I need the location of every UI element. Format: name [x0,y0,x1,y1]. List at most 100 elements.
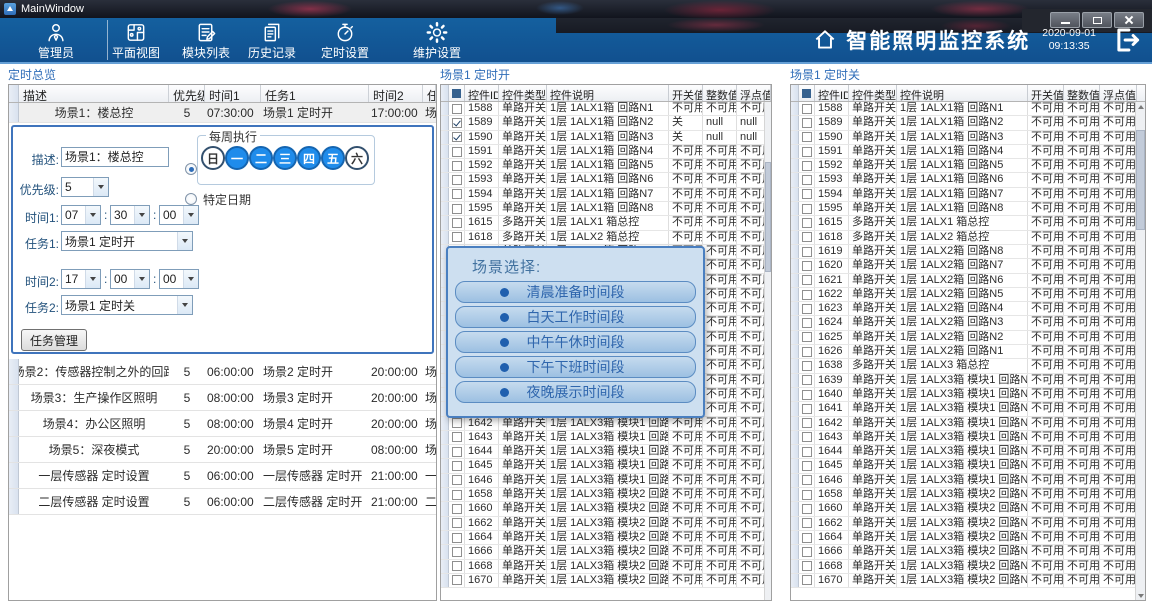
row-checkbox[interactable] [802,275,812,285]
weekly-radio[interactable] [185,163,197,175]
priority-select[interactable]: 5 [61,177,109,197]
row-checkbox[interactable] [452,218,462,228]
table-row[interactable]: 场景3：生产操作区照明508:00:00场景3 定时开20:00:00场景 [9,385,436,411]
row-checkbox[interactable] [452,561,462,571]
row-checkbox[interactable] [802,533,812,543]
row-checkbox[interactable] [452,547,462,557]
row-checkbox[interactable] [452,161,462,171]
column-header[interactable]: 任务 [423,85,436,102]
row-checkbox[interactable] [452,475,462,485]
table-row[interactable]: 1670单路开关1层 1ALX3箱 模块2 回路N15不可用不可用不可用 [791,574,1145,588]
row-checkbox[interactable] [802,390,812,400]
row-checkbox[interactable] [802,332,812,342]
table-row[interactable]: 1588单路开关1层 1ALX1箱 回路N1不可用不可用不可用 [791,102,1145,116]
table-row[interactable]: 1594单路开关1层 1ALX1箱 回路N7不可用不可用不可用 [791,188,1145,202]
row-checkbox[interactable] [452,447,462,457]
weekday-toggle[interactable]: 二 [249,146,273,170]
select-all-checkbox[interactable] [799,85,815,101]
table-row[interactable]: 1594单路开关1层 1ALX1箱 回路N7不可用不可用不可用 [441,188,771,202]
row-checkbox[interactable] [802,161,812,171]
column-header[interactable]: 浮点值 [737,85,771,101]
row-checkbox[interactable] [452,132,462,142]
column-header[interactable]: 描述 [19,85,169,102]
row-checkbox[interactable] [452,189,462,199]
table-row[interactable]: 场景1：楼总控507:30:00场景1 定时开17:00:00场景 [9,103,436,123]
toolbar-item-floorplan[interactable]: 平面视图 [98,21,174,61]
table-row[interactable]: 1624单路开关1层 1ALX2箱 回路N3不可用不可用不可用 [791,316,1145,330]
column-header[interactable]: 控件说明 [547,85,669,101]
row-checkbox[interactable] [452,232,462,242]
table-row[interactable]: 1662单路开关1层 1ALX3箱 模块2 回路N11不可用不可用不可用 [791,517,1145,531]
select-all-checkbox[interactable] [449,85,465,101]
row-checkbox[interactable] [802,118,812,128]
row-checkbox[interactable] [452,418,462,428]
row-checkbox[interactable] [452,518,462,528]
column-header[interactable]: 时间1 [205,85,261,102]
table-row[interactable]: 1618多路开关1层 1ALX2 箱总控不可用不可用不可用 [791,231,1145,245]
row-checkbox[interactable] [452,490,462,500]
scroll-up-icon[interactable] [1136,102,1145,111]
scene-period-button[interactable]: 中午午休时间段 [455,331,696,353]
column-header[interactable]: 控件ID [465,85,499,101]
table-row[interactable]: 1621单路开关1层 1ALX2箱 回路N6不可用不可用不可用 [791,274,1145,288]
scene-period-button[interactable]: 夜晚展示时间段 [455,381,696,403]
table-row[interactable]: 1644单路开关1层 1ALX3箱 模块1 回路N3不可用不可用不可用 [791,445,1145,459]
row-checkbox[interactable] [802,375,812,385]
table-row[interactable]: 1595单路开关1层 1ALX1箱 回路N8不可用不可用不可用 [441,202,771,216]
table-row[interactable]: 1664单路开关1层 1ALX3箱 模块2 回路N12不可用不可用不可用 [791,531,1145,545]
toolbar-item-gear[interactable]: 维护设置 [392,21,482,61]
row-checkbox[interactable] [802,418,812,428]
task2-select[interactable]: 场景1 定时关 [61,295,193,315]
weekday-toggle[interactable]: 日 [201,146,225,170]
table-row[interactable]: 1589单路开关1层 1ALX1箱 回路N2关nullnull [441,116,771,130]
weekday-toggle[interactable]: 四 [297,146,321,170]
table-row[interactable]: 1660单路开关1层 1ALX3箱 模块2 回路N10不可用不可用不可用 [791,502,1145,516]
table-row[interactable]: 1645单路开关1层 1ALX3箱 模块1 回路N2不可用不可用不可用 [441,459,771,473]
row-checkbox[interactable] [802,247,812,257]
table-row[interactable]: 一层传感器 定时设置506:00:00一层传感器 定时开21:00:00一层 [9,463,436,489]
task-manage-button[interactable]: 任务管理 [21,329,87,351]
row-checkbox[interactable] [452,504,462,514]
scrollbar-thumb[interactable] [1136,130,1145,230]
table-row[interactable]: 1642单路开关1层 1ALX3箱 模块1 回路N5不可用不可用不可用 [441,417,771,431]
table-row[interactable]: 1664单路开关1层 1ALX3箱 模块2 回路N12不可用不可用不可用 [441,531,771,545]
row-checkbox[interactable] [802,147,812,157]
table-row[interactable]: 1645单路开关1层 1ALX3箱 模块1 回路N2不可用不可用不可用 [791,459,1145,473]
time2-minute-select[interactable]: 00 [110,269,150,289]
scene-period-button[interactable]: 下午下班时间段 [455,356,696,378]
column-header[interactable]: 时间2 [369,85,423,102]
table-row[interactable]: 1644单路开关1层 1ALX3箱 模块1 回路N3不可用不可用不可用 [441,445,771,459]
row-checkbox[interactable] [802,490,812,500]
table-row[interactable]: 二层传感器 定时设置506:00:00二层传感器 定时开21:00:00二层 [9,489,436,515]
table-row[interactable]: 1643单路开关1层 1ALX3箱 模块1 回路N4不可用不可用不可用 [441,431,771,445]
table-row[interactable]: 1640单路开关1层 1ALX3箱 模块1 回路N7不可用不可用不可用 [791,388,1145,402]
table-row[interactable]: 1620单路开关1层 1ALX2箱 回路N7不可用不可用不可用 [791,259,1145,273]
column-header[interactable]: 控件类型 [499,85,547,101]
row-checkbox[interactable] [802,404,812,414]
table-row[interactable]: 场景5：深夜模式520:00:00场景5 定时开08:00:00场景 [9,437,436,463]
table-row[interactable]: 1646单路开关1层 1ALX3箱 模块1 回路N1不可用不可用不可用 [441,474,771,488]
table-row[interactable]: 1658单路开关1层 1ALX3箱 模块2 回路N9不可用不可用不可用 [441,488,771,502]
table-row[interactable]: 1646单路开关1层 1ALX3箱 模块1 回路N1不可用不可用不可用 [791,474,1145,488]
row-checkbox[interactable] [802,347,812,357]
column-header[interactable]: 控件说明 [897,85,1028,101]
specific-date-radio[interactable] [185,193,197,205]
table-row[interactable]: 1623单路开关1层 1ALX2箱 回路N4不可用不可用不可用 [791,302,1145,316]
row-checkbox[interactable] [802,204,812,214]
toolbar-item-timer[interactable]: 定时设置 [302,21,388,61]
column-header[interactable]: 优先级 [169,85,205,102]
row-checkbox[interactable] [802,475,812,485]
table-row[interactable]: 1642单路开关1层 1ALX3箱 模块1 回路N5不可用不可用不可用 [791,417,1145,431]
row-checkbox[interactable] [802,304,812,314]
table-row[interactable]: 1670单路开关1层 1ALX3箱 模块2 回路N15不可用不可用不可用 [441,574,771,588]
time2-second-select[interactable]: 00 [159,269,199,289]
toolbar-item-history[interactable]: 历史记录 [234,21,310,61]
table-row[interactable]: 1592单路开关1层 1ALX1箱 回路N5不可用不可用不可用 [441,159,771,173]
row-checkbox[interactable] [802,447,812,457]
scrollbar[interactable] [1135,102,1145,600]
weekday-toggle[interactable]: 五 [321,146,345,170]
row-checkbox[interactable] [802,575,812,585]
logout-icon[interactable] [1112,25,1142,55]
row-checkbox[interactable] [452,175,462,185]
row-checkbox[interactable] [452,147,462,157]
